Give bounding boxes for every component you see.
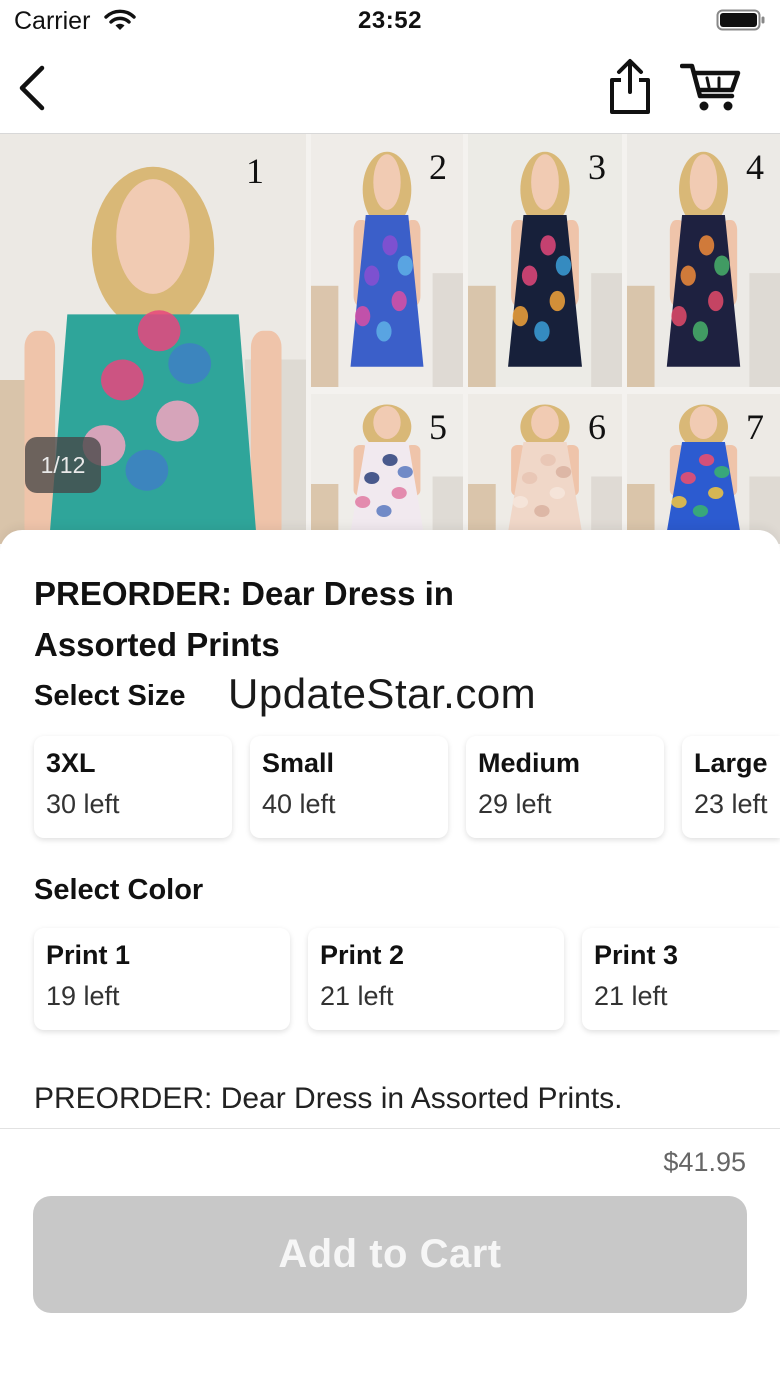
- cart-button[interactable]: [679, 62, 744, 114]
- size-option-name: Small: [262, 748, 335, 778]
- size-option-stock: 30 left: [46, 789, 120, 819]
- add-to-cart-button[interactable]: Add to Cart: [33, 1196, 747, 1313]
- size-option-name: Medium: [478, 748, 581, 778]
- size-option-name: Large: [694, 748, 768, 778]
- gallery-photo-7[interactable]: 7: [627, 394, 780, 544]
- photo-number-label: 2: [429, 147, 447, 187]
- color-section-label: Select Color: [34, 874, 204, 906]
- size-option-large[interactable]: Large 23 left: [682, 736, 780, 838]
- size-option-stock: 29 left: [478, 789, 552, 819]
- photo-number-label: 1: [246, 151, 264, 191]
- gallery-photo-3[interactable]: 3: [468, 134, 622, 387]
- color-option-print-2[interactable]: Print 2 21 left: [308, 928, 564, 1030]
- color-option-name: Print 3: [594, 940, 679, 970]
- color-option-name: Print 2: [320, 940, 405, 970]
- photo-number-label: 7: [746, 407, 764, 447]
- product-image-gallery[interactable]: 1 2 3 4 5 6 7: [0, 134, 780, 544]
- gallery-photo-6[interactable]: 6: [468, 394, 622, 544]
- color-option-print-3[interactable]: Print 3 21 left: [582, 928, 780, 1030]
- product-description: PREORDER: Dear Dress in Assorted Prints.: [34, 1082, 623, 1115]
- share-button[interactable]: [604, 58, 656, 116]
- status-bar: Carrier 23:52: [0, 0, 780, 44]
- size-option-stock: 23 left: [694, 789, 768, 819]
- size-option-name: 3XL: [46, 748, 96, 778]
- chevron-left-icon: [19, 65, 45, 111]
- photo-number-label: 4: [746, 147, 764, 187]
- status-time: 23:52: [358, 7, 422, 34]
- photo-number-label: 6: [588, 407, 606, 447]
- color-option-stock: 21 left: [594, 981, 668, 1011]
- color-option-stock: 19 left: [46, 981, 120, 1011]
- size-option-medium[interactable]: Medium 29 left: [466, 736, 664, 838]
- gallery-photo-5[interactable]: 5: [311, 394, 463, 544]
- purchase-footer: $41.95 Add to Cart: [0, 1128, 780, 1387]
- product-details-sheet: PREORDER: Dear Dress in Assorted Prints …: [0, 530, 780, 1130]
- gallery-photo-4[interactable]: 4: [627, 134, 780, 387]
- share-icon: [610, 59, 650, 114]
- product-title: PREORDER: Dear Dress in Assorted Prints: [34, 575, 454, 663]
- battery-icon: [716, 9, 766, 31]
- size-section-label: Select Size: [34, 680, 186, 712]
- size-option-3xl[interactable]: 3XL 30 left: [34, 736, 232, 838]
- color-option-name: Print 1: [46, 940, 131, 970]
- photo-number-label: 3: [588, 147, 606, 187]
- image-counter: 1/12: [25, 437, 101, 493]
- cart-icon: [679, 63, 741, 111]
- gallery-photo-2[interactable]: 2: [311, 134, 463, 387]
- photo-number-label: 5: [429, 407, 447, 447]
- color-option-stock: 21 left: [320, 981, 394, 1011]
- back-button[interactable]: [12, 64, 56, 112]
- color-option-print-1[interactable]: Print 1 19 left: [34, 928, 290, 1030]
- watermark-text: UpdateStar.com: [228, 670, 537, 717]
- product-price: $41.95: [663, 1147, 746, 1177]
- navigation-bar: [0, 44, 780, 134]
- size-option-stock: 40 left: [262, 789, 336, 819]
- size-option-small[interactable]: Small 40 left: [250, 736, 448, 838]
